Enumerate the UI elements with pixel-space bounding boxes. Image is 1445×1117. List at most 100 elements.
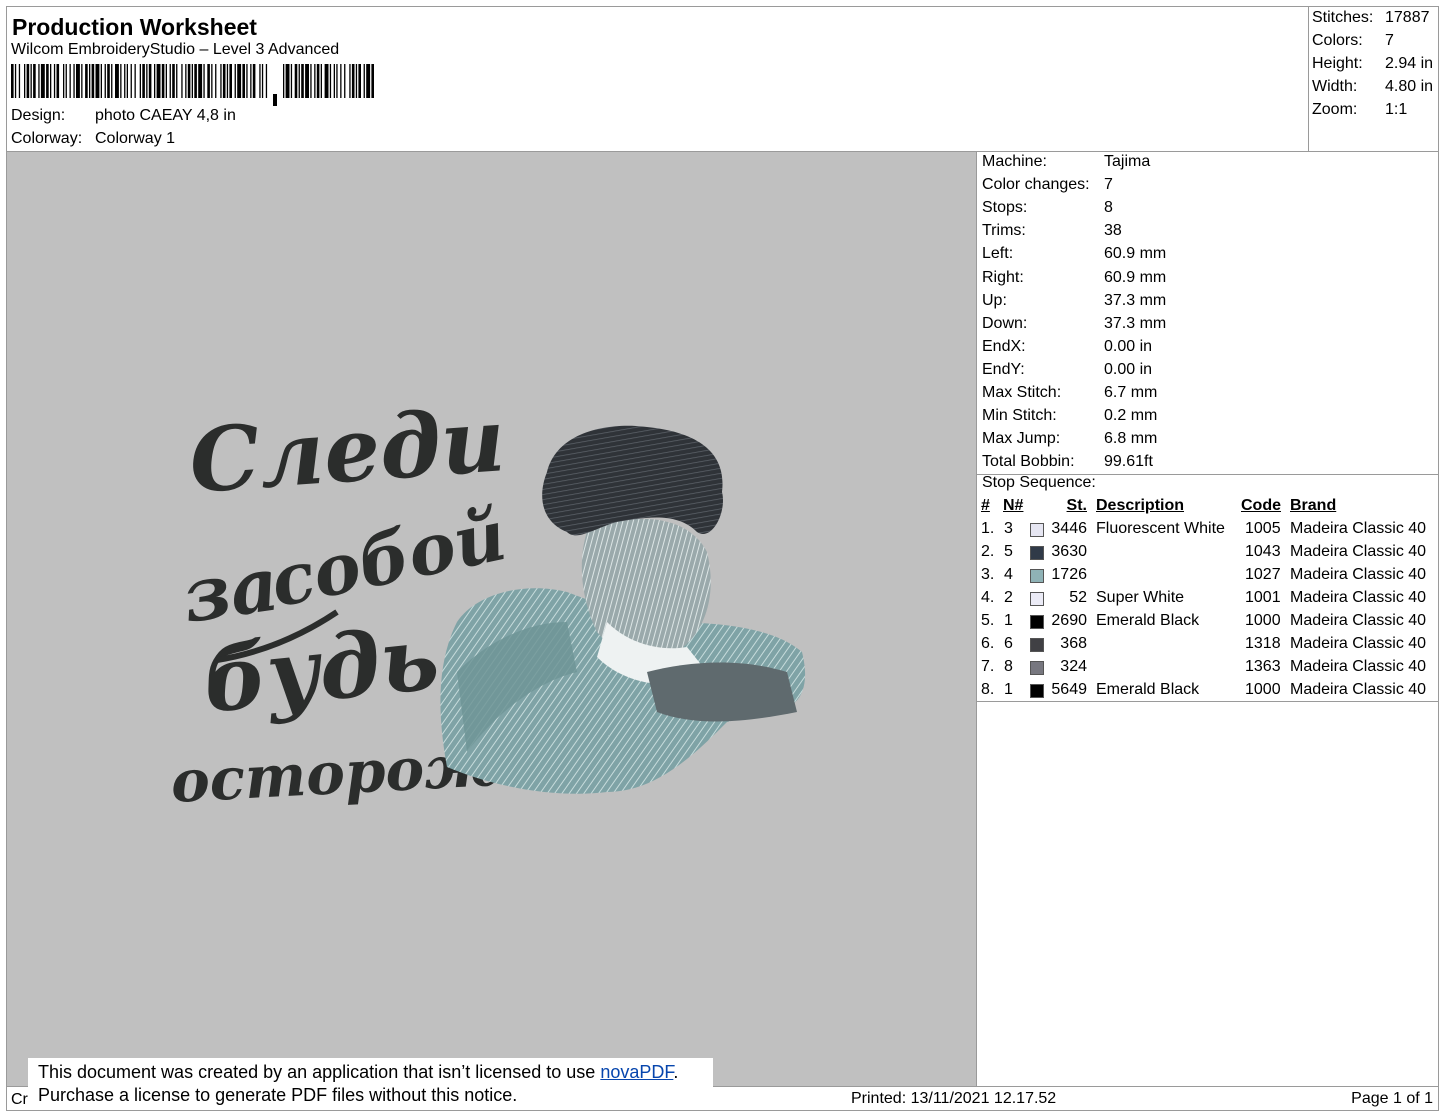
stat-value: 17887	[1385, 9, 1430, 26]
license-notice: This document was created by an applicat…	[28, 1058, 713, 1110]
stop-sequence-row: 6. 6 368 1318 Madeira Classic 40	[977, 635, 1439, 658]
col-header-needle: N#	[1003, 497, 1024, 514]
stop-num: 5.	[981, 612, 995, 629]
stat-value: 7	[1385, 32, 1394, 49]
stop-sequence-row: 8. 1 5649 Emerald Black 1000 Madeira Classic …	[977, 681, 1439, 704]
stop-code: 1318	[1245, 635, 1281, 652]
notice-line-2: Purchase a license to generate PDF files…	[38, 1085, 518, 1105]
stop-needle: 2	[1004, 589, 1013, 606]
stop-brand: Madeira Classic 40	[1290, 566, 1427, 583]
machine-info-row: Left: 60.9 mm	[982, 245, 1166, 263]
stop-brand: Madeira Classic 40	[1290, 520, 1427, 537]
stop-code: 1043	[1245, 543, 1281, 560]
design-value: photo CAEAY 4,8 in	[95, 107, 236, 124]
col-header-code: Code	[1241, 497, 1281, 514]
thread-color-swatch	[1030, 638, 1044, 652]
machine-info-value: 6.8 mm	[1104, 430, 1158, 448]
machine-info-row: Stops: 8	[982, 199, 1113, 217]
stop-stitches: 368	[1060, 635, 1087, 652]
machine-info-label: Max Jump:	[982, 430, 1061, 448]
thread-color-swatch	[1030, 569, 1044, 583]
stop-code: 1027	[1245, 566, 1281, 583]
stop-brand: Madeira Classic 40	[1290, 612, 1427, 629]
stat-value: 2.94 in	[1385, 55, 1434, 72]
notice-text: This document was created by an applicat…	[38, 1062, 601, 1082]
machine-info-label: Max Stitch:	[982, 384, 1062, 401]
software-name: Wilcom EmbroideryStudio – Level 3 Advanc…	[11, 41, 340, 58]
stop-code: 1000	[1245, 681, 1281, 698]
stat-row: Colors: 7	[1312, 32, 1394, 50]
stop-sequence-title: Stop Sequence:	[977, 474, 1439, 497]
stop-sequence-row: 4. 2 52 Super White 1001 Madeira Classic 40	[977, 589, 1439, 612]
stop-brand: Madeira Classic 40	[1290, 543, 1427, 560]
stop-code: 1001	[1245, 589, 1281, 606]
machine-info-value: 38	[1104, 222, 1122, 240]
stop-stitches: 3446	[1051, 520, 1087, 537]
thread-color-swatch	[1030, 661, 1044, 675]
stop-description: Fluorescent White	[1096, 520, 1225, 537]
machine-info-label: Down:	[982, 314, 1028, 332]
col-header-description: Description	[1096, 497, 1185, 514]
stop-sequence-row: 7. 8 324 1363 Madeira Classic 40	[977, 658, 1439, 681]
col-header-stitches: St.	[1066, 497, 1087, 514]
thread-color-swatch	[1030, 684, 1044, 698]
stop-needle: 6	[1004, 635, 1013, 652]
machine-info-label: Stops:	[982, 199, 1028, 217]
machine-info-row: Min Stitch: 0.2 mm	[982, 407, 1157, 425]
stop-sequence-label: Stop Sequence:	[982, 474, 1096, 491]
machine-info-value: 60.9 mm	[1104, 245, 1167, 263]
stop-stitches: 1726	[1051, 566, 1087, 583]
machine-info-row: Machine: Tajima	[982, 153, 1150, 171]
machine-info-row: Trims: 38	[982, 222, 1122, 240]
stat-row: Zoom: 1:1	[1312, 101, 1407, 119]
machine-info-value: 37.3 mm	[1104, 314, 1167, 332]
notice-text: .	[673, 1062, 679, 1082]
machine-info-panel: Machine: Tajima Color changes: 7 Stops: 8 Trim…	[977, 152, 1439, 702]
machine-info-row: Down: 37.3 mm	[982, 314, 1166, 333]
machine-info-value: 0.00 in	[1104, 337, 1153, 355]
machine-info-value: 6.7 mm	[1104, 384, 1158, 401]
machine-info-label: Machine:	[982, 153, 1047, 170]
thread-color-swatch	[1030, 615, 1044, 629]
machine-info-row: EndX: 0.00 in	[982, 338, 1152, 356]
machine-info-row: Max Jump: 6.8 mm	[982, 430, 1157, 448]
stop-description: Emerald Black	[1096, 681, 1200, 698]
stop-num: 6.	[981, 635, 995, 652]
stop-num: 1.	[981, 520, 995, 537]
machine-info-value: 7	[1104, 176, 1113, 194]
stop-needle: 4	[1004, 566, 1013, 583]
machine-info-label: Trims:	[982, 222, 1026, 240]
stop-stitches: 52	[1069, 589, 1087, 606]
stop-num: 4.	[981, 589, 995, 606]
stop-num: 2.	[981, 543, 995, 560]
embroidery-artwork: Следи за собой будь осторожен	[169, 387, 806, 816]
stop-num: 3.	[981, 566, 995, 583]
machine-info-label: Left:	[982, 245, 1014, 263]
design-preview: Следи за собой будь осторожен	[7, 152, 977, 1086]
machine-info-label: EndY:	[982, 360, 1025, 378]
machine-info-label: Up:	[982, 291, 1007, 309]
stop-brand: Madeira Classic 40	[1290, 681, 1427, 698]
novapdf-link[interactable]: novaPDF	[600, 1062, 673, 1082]
stop-needle: 8	[1004, 658, 1013, 675]
printed-timestamp: Printed: 13/11/2021 12.17.52	[851, 1090, 1057, 1107]
stop-sequence-row: 5. 1 2690 Emerald Black 1000 Madeira Classic …	[977, 612, 1439, 635]
stat-row: Height: 2.94 in	[1312, 55, 1433, 73]
stop-stitches: 324	[1060, 658, 1087, 675]
machine-info-value: 8	[1104, 199, 1113, 217]
machine-info-label: Color changes:	[982, 176, 1090, 194]
machine-info-row: Max Stitch: 6.7 mm	[982, 384, 1157, 402]
worksheet-header: Production Worksheet Wilcom EmbroiderySt…	[6, 6, 1308, 152]
stat-label: Zoom:	[1312, 101, 1358, 118]
thread-color-swatch	[1030, 592, 1044, 606]
stat-label: Colors:	[1312, 32, 1363, 49]
footer-cr: Cr	[11, 1091, 28, 1108]
page-number: Page 1 of 1	[1351, 1090, 1433, 1107]
stat-row: Width: 4.80 in	[1312, 78, 1433, 96]
preview-text: собой	[263, 493, 513, 624]
stop-description: Super White	[1096, 589, 1185, 606]
stat-value: 4.80 in	[1385, 78, 1434, 95]
colorway-label: Colorway:	[11, 130, 83, 147]
stop-needle: 1	[1004, 681, 1013, 698]
stop-sequence-row: 3. 4 1726 1027 Madeira Classic 40	[977, 566, 1439, 589]
